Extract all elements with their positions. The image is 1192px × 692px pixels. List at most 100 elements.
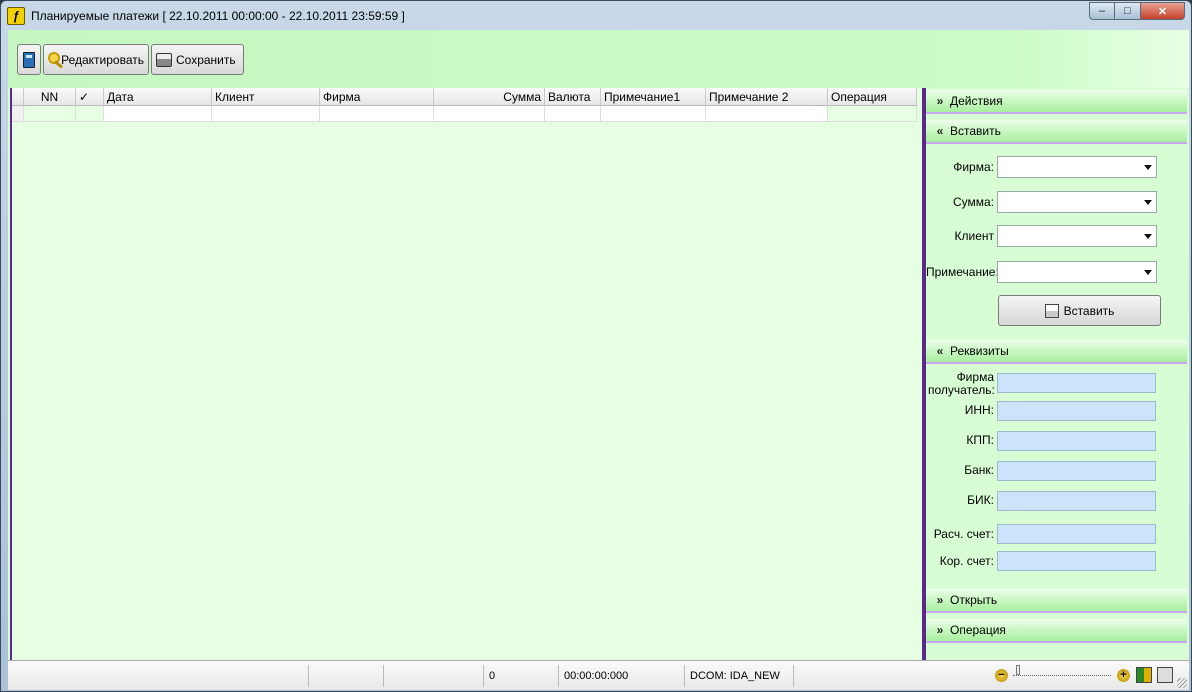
table-row[interactable] [12, 106, 917, 122]
sum-dropdown[interactable] [997, 191, 1157, 213]
column-header-firm[interactable]: Фирма [320, 88, 434, 106]
status-divider [684, 665, 685, 687]
maximize-button[interactable]: □ [1115, 2, 1141, 20]
column-header-nn[interactable]: NN [24, 88, 76, 106]
kpp-label: КПП: [966, 433, 994, 447]
inn-label: ИНН: [964, 403, 994, 417]
save-button-label: Сохранить [176, 52, 236, 67]
cell-client[interactable] [212, 106, 320, 122]
section-requisites[interactable]: « Реквизиты [926, 340, 1187, 364]
zoom-out-icon[interactable]: − [995, 669, 1008, 682]
window-title: Планируемые платежи [ 22.10.2011 00:00:0… [31, 9, 405, 23]
cell-note2[interactable] [706, 106, 828, 122]
column-header-note2[interactable]: Примечание 2 [706, 88, 828, 106]
app-logo-icon: ƒ [7, 7, 25, 25]
column-header-check[interactable]: ✓ [76, 88, 104, 106]
save-button[interactable]: Сохранить [151, 44, 244, 75]
bank-field[interactable] [997, 461, 1156, 481]
row-indicator-header [12, 88, 24, 106]
cell-operation[interactable] [828, 106, 917, 122]
elapsed-time: 00:00:00:000 [564, 670, 629, 682]
cell-nn[interactable] [24, 106, 76, 122]
firm-recipient-label-line2: получатель: [928, 383, 995, 397]
connection-status: DCOM: IDA_NEW [690, 670, 780, 682]
save-icon [156, 52, 172, 67]
layout-view-icon[interactable] [1157, 667, 1173, 683]
chevron-down-icon [1144, 234, 1152, 239]
bik-label: БИК: [967, 493, 994, 507]
window-controls: – □ ✕ [1089, 2, 1185, 20]
column-header-sum[interactable]: Сумма [434, 88, 545, 106]
cell-firm[interactable] [320, 106, 434, 122]
expand-icon: » [936, 593, 944, 607]
title-bar[interactable]: ƒ Планируемые платежи [ 22.10.2011 00:00… [1, 1, 1191, 31]
client-area: Редактировать Сохранить NN ✓ Дата Клиент… [8, 30, 1189, 690]
close-button[interactable]: ✕ [1141, 2, 1185, 20]
status-divider [558, 665, 559, 687]
zoom-slider[interactable] [1013, 675, 1111, 676]
row-indicator[interactable] [12, 106, 24, 122]
collapse-icon: « [936, 344, 944, 358]
status-divider [308, 665, 309, 687]
status-divider [483, 665, 484, 687]
corr-account-label: Кор. счет: [939, 554, 994, 568]
chevron-down-icon [1144, 270, 1152, 275]
client-label: Клиент [954, 229, 995, 243]
firm-dropdown[interactable] [997, 156, 1157, 178]
key-icon [48, 51, 61, 68]
section-operation[interactable]: » Операция [926, 619, 1187, 643]
status-bar: 0 00:00:00:000 DCOM: IDA_NEW − + [8, 660, 1189, 690]
note-label: Примечание: [926, 265, 999, 279]
insert-button[interactable]: Вставить [998, 295, 1161, 326]
firm-recipient-label: Фирма получатель: [928, 371, 995, 397]
column-header-date[interactable]: Дата [104, 88, 212, 106]
zoom-in-icon[interactable]: + [1117, 669, 1130, 682]
calculator-icon [23, 51, 35, 68]
note-dropdown[interactable] [997, 261, 1157, 283]
column-header-currency[interactable]: Валюта [545, 88, 601, 106]
calculator-button[interactable] [17, 44, 41, 75]
firm-recipient-field[interactable] [997, 373, 1156, 393]
column-header-client[interactable]: Клиент [212, 88, 320, 106]
cell-check[interactable] [76, 106, 104, 122]
section-operation-label: Операция [950, 623, 1006, 637]
section-actions[interactable]: » Действия [926, 90, 1187, 114]
cell-sum[interactable] [434, 106, 545, 122]
resize-grip-icon[interactable] [1177, 678, 1187, 688]
cell-note1[interactable] [601, 106, 706, 122]
inn-field[interactable] [997, 401, 1156, 421]
section-open[interactable]: » Открыть [926, 589, 1187, 613]
toolbar: Редактировать Сохранить [8, 30, 1189, 88]
account-label: Расч. счет: [933, 527, 994, 541]
zoom-slider-thumb[interactable] [1016, 665, 1020, 675]
firm-label: Фирма: [953, 160, 994, 174]
cell-date[interactable] [104, 106, 212, 122]
status-divider [793, 665, 794, 687]
right-panel: » Действия « Вставить Фирма: Сумма: Клие… [926, 88, 1187, 660]
edit-button[interactable]: Редактировать [43, 44, 149, 75]
bik-field[interactable] [997, 491, 1156, 511]
app-window: ƒ Планируемые платежи [ 22.10.2011 00:00… [0, 0, 1192, 692]
record-count: 0 [489, 670, 496, 682]
insert-button-label: Вставить [1063, 303, 1115, 318]
section-actions-label: Действия [950, 94, 1003, 108]
edit-button-label: Редактировать [61, 52, 144, 67]
minimize-button[interactable]: – [1089, 2, 1115, 20]
grid-view-icon[interactable] [1136, 667, 1152, 683]
collapse-icon: « [936, 124, 944, 138]
sum-label: Сумма: [952, 195, 994, 209]
status-divider [383, 665, 384, 687]
column-header-operation[interactable]: Операция [828, 88, 917, 106]
expand-icon: » [936, 94, 944, 108]
kpp-field[interactable] [997, 431, 1156, 451]
expand-icon: » [936, 623, 944, 637]
client-dropdown[interactable] [997, 225, 1157, 247]
paste-icon [1044, 303, 1059, 318]
account-field[interactable] [997, 524, 1156, 544]
cell-currency[interactable] [545, 106, 601, 122]
corr-account-field[interactable] [997, 551, 1156, 571]
column-header-note1[interactable]: Примечание1 [601, 88, 706, 106]
chevron-down-icon [1144, 200, 1152, 205]
payments-grid[interactable]: NN ✓ Дата Клиент Фирма Сумма Валюта Прим… [10, 88, 922, 660]
section-insert[interactable]: « Вставить [926, 120, 1187, 144]
